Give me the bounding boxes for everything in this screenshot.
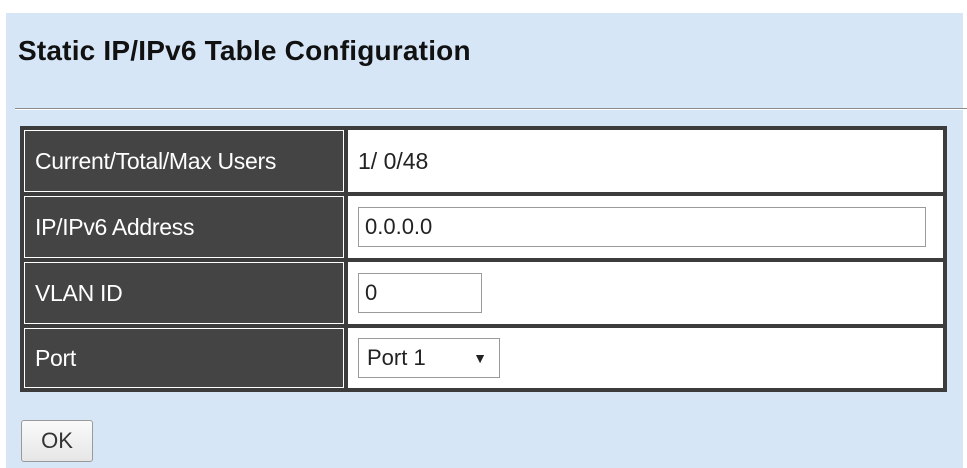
ip-address-row: IP/IPv6 Address <box>24 196 943 258</box>
config-table: Current/Total/Max Users 1/ 0/48 IP/IPv6 … <box>20 126 947 392</box>
ip-address-input[interactable] <box>358 207 926 247</box>
page-title: Static IP/IPv6 Table Configuration <box>18 35 471 66</box>
title-divider <box>15 108 967 110</box>
ip-address-cell <box>348 196 943 258</box>
port-label: Port <box>24 328 344 388</box>
users-value: 1/ 0/48 <box>348 130 943 192</box>
vlan-id-label: VLAN ID <box>24 262 344 324</box>
config-panel: Static IP/IPv6 Table Configuration Curre… <box>6 13 967 468</box>
vlan-id-row: VLAN ID <box>24 262 943 324</box>
port-cell: Port 1 ▼ <box>348 328 943 388</box>
port-row: Port Port 1 ▼ <box>24 328 943 388</box>
users-row: Current/Total/Max Users 1/ 0/48 <box>24 130 943 192</box>
vlan-id-input[interactable] <box>358 273 482 313</box>
port-select-value: Port 1 <box>367 345 426 370</box>
ip-address-label: IP/IPv6 Address <box>24 196 344 258</box>
port-select[interactable]: Port 1 ▼ <box>358 338 500 378</box>
vlan-id-cell <box>348 262 943 324</box>
users-label: Current/Total/Max Users <box>24 130 344 192</box>
dropdown-caret-icon: ▼ <box>473 350 487 366</box>
ok-button[interactable]: OK <box>21 420 93 462</box>
